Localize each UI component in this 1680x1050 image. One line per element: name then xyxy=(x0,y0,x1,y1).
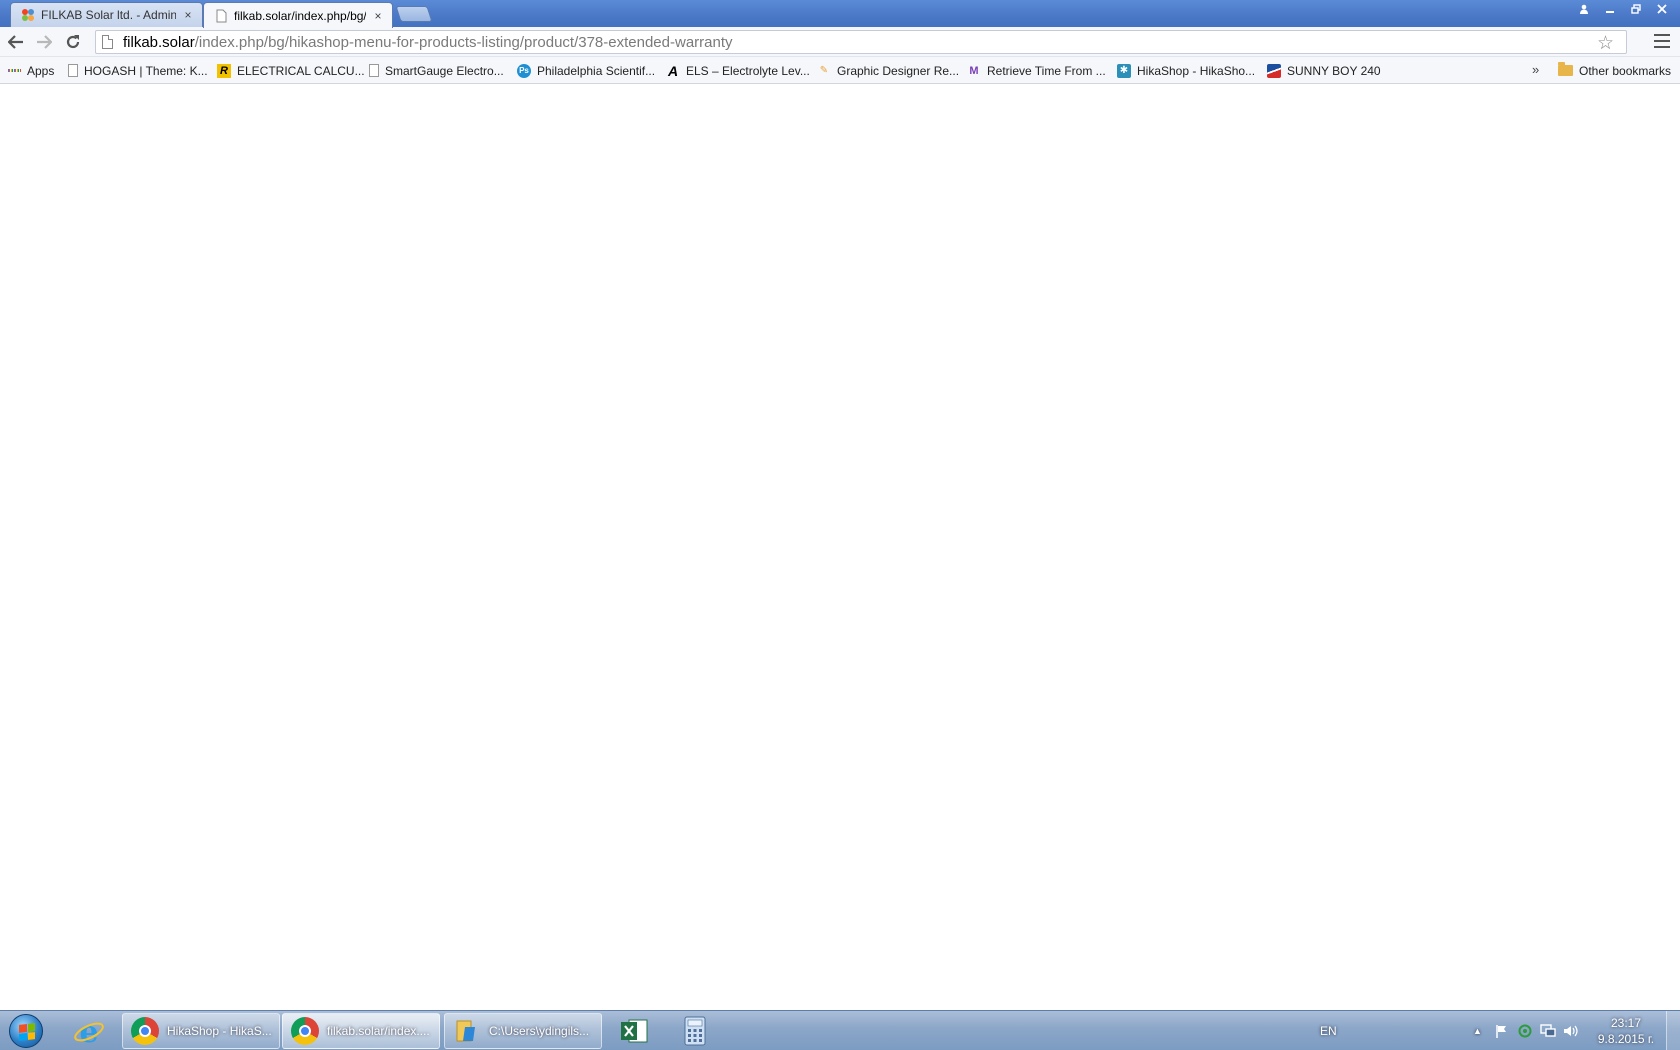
bookmark-star-icon[interactable]: ☆ xyxy=(1597,32,1614,55)
bookmark-sunny-boy[interactable]: SUNNY BOY 240 xyxy=(1267,61,1381,80)
action-center-flag-icon[interactable] xyxy=(1495,1011,1515,1050)
sma-logo-icon xyxy=(1267,63,1281,78)
bookmark-els[interactable]: A ELS – Electrolyte Lev... xyxy=(666,61,810,80)
chrome-icon xyxy=(291,1017,319,1045)
excel-button[interactable] xyxy=(607,1013,661,1049)
start-button[interactable] xyxy=(4,1013,48,1049)
new-tab-button[interactable] xyxy=(395,6,433,22)
bookmark-smartgauge[interactable]: SmartGauge Electro... xyxy=(369,61,504,80)
hikashop-icon: ✱ xyxy=(1117,63,1131,78)
a-logo-icon: A xyxy=(667,62,679,79)
bookmark-hogash[interactable]: HOGASH | Theme: K... xyxy=(68,61,208,80)
calculator-button[interactable] xyxy=(668,1013,722,1049)
excel-icon xyxy=(621,1019,648,1043)
taskbar-task-hikashop[interactable]: HikaShop - HikaS... xyxy=(122,1013,280,1049)
ps-logo-icon: Ps xyxy=(517,63,531,78)
window-controls xyxy=(1570,0,1674,18)
folder-icon xyxy=(1558,62,1573,76)
show-hidden-icons-button[interactable]: ▲ xyxy=(1473,1011,1493,1050)
forward-button[interactable] xyxy=(33,31,55,53)
close-icon[interactable]: × xyxy=(372,9,384,23)
bookmark-label: HikaShop - HikaSho... xyxy=(1137,63,1256,78)
tab-title: filkab.solar/index.php/bg/ xyxy=(234,8,366,23)
bookmark-electrical-calc[interactable]: R ELECTRICAL CALCU... xyxy=(217,61,365,80)
browser-toolbar: filkab.solar/index.php/bg/hikashop-menu-… xyxy=(0,27,1680,57)
bookmark-apps[interactable]: Apps xyxy=(7,61,54,80)
page-icon xyxy=(369,64,379,77)
designer-icon: ✎ xyxy=(819,65,829,76)
reload-icon xyxy=(66,35,80,49)
task-label: C:\Users\ydingils... xyxy=(489,1024,590,1038)
bookmark-graphic-designer[interactable]: ✎ Graphic Designer Re... xyxy=(817,61,959,80)
clock-date: 9.8.2015 г. xyxy=(1597,1032,1655,1046)
close-window-icon[interactable] xyxy=(1650,0,1674,17)
page-content xyxy=(0,85,1680,1010)
close-icon[interactable]: × xyxy=(182,8,194,22)
url-host: filkab.solar xyxy=(123,33,195,51)
url-path: /index.php/bg/hikashop-menu-for-products… xyxy=(194,33,733,51)
task-label: HikaShop - HikaS... xyxy=(167,1024,272,1038)
bookmark-label: ELS – Electrolyte Lev... xyxy=(686,63,810,78)
tab-filkab-admin[interactable]: FILKAB Solar ltd. - Admini × xyxy=(10,2,203,27)
bookmarks-overflow-button[interactable]: » xyxy=(1532,62,1539,77)
reload-button[interactable] xyxy=(62,31,84,53)
system-tray: EN ▲ 23:17 9.8.2015 г. xyxy=(1320,1011,1680,1050)
bookmark-philadelphia[interactable]: Ps Philadelphia Scientif... xyxy=(517,61,655,80)
arrow-right-icon xyxy=(37,35,52,49)
bookmarks-bar: Apps HOGASH | Theme: K... R ELECTRICAL C… xyxy=(0,57,1680,84)
apps-grid-icon xyxy=(7,64,21,78)
bookmark-label: HOGASH | Theme: K... xyxy=(84,63,208,78)
bookmark-retrieve-time[interactable]: M Retrieve Time From ... xyxy=(967,61,1106,80)
page-icon xyxy=(102,35,113,49)
minimize-icon[interactable] xyxy=(1598,0,1622,17)
back-button[interactable] xyxy=(5,31,27,53)
joomla-icon xyxy=(21,8,35,22)
calculator-icon xyxy=(684,1016,706,1046)
r-logo-icon: R xyxy=(217,63,231,78)
folder-icon xyxy=(456,1020,475,1042)
chrome-icon xyxy=(131,1017,159,1045)
bookmark-label: SUNNY BOY 240 xyxy=(1287,63,1381,78)
tab-title: FILKAB Solar ltd. - Admini xyxy=(41,8,176,22)
clock-time: 23:17 xyxy=(1610,1016,1642,1030)
user-profile-icon[interactable] xyxy=(1572,0,1596,17)
bookmark-label: SmartGauge Electro... xyxy=(385,63,504,78)
volume-icon[interactable] xyxy=(1563,1011,1583,1050)
bookmark-label: Apps xyxy=(27,63,55,78)
arrow-left-icon xyxy=(8,35,23,49)
taskbar: e HikaShop - HikaS... filkab.solar/index… xyxy=(0,1010,1680,1050)
show-desktop-button[interactable] xyxy=(1666,1011,1680,1050)
bookmark-label: Philadelphia Scientif... xyxy=(537,63,656,78)
browser-titlebar: FILKAB Solar ltd. - Admini × filkab.sola… xyxy=(0,0,1680,28)
chrome-menu-icon[interactable] xyxy=(1654,34,1670,48)
page-icon xyxy=(68,64,78,77)
windows-logo-icon xyxy=(9,1014,43,1048)
taskbar-task-filkab[interactable]: filkab.solar/index.... xyxy=(282,1013,440,1049)
svg-text:e: e xyxy=(79,1015,98,1047)
internet-explorer-button[interactable]: e xyxy=(62,1013,116,1049)
network-icon[interactable] xyxy=(1540,1011,1560,1050)
bookmark-label: Graphic Designer Re... xyxy=(837,63,960,78)
task-label: filkab.solar/index.... xyxy=(327,1024,430,1038)
clock[interactable]: 23:17 9.8.2015 г. xyxy=(1588,1011,1664,1050)
tab-filkab-product[interactable]: filkab.solar/index.php/bg/ × xyxy=(203,2,393,28)
restore-icon[interactable] xyxy=(1624,0,1648,17)
internet-explorer-icon: e xyxy=(74,1015,104,1047)
sync-status-icon[interactable] xyxy=(1518,1011,1538,1050)
m-logo-icon: M xyxy=(969,64,979,77)
language-indicator[interactable]: EN xyxy=(1320,1011,1360,1050)
address-bar[interactable]: filkab.solar/index.php/bg/hikashop-menu-… xyxy=(95,30,1627,54)
bookmark-hikashop[interactable]: ✱ HikaShop - HikaSho... xyxy=(1117,61,1255,80)
bookmark-label: ELECTRICAL CALCU... xyxy=(237,63,365,78)
page-icon xyxy=(214,9,228,23)
bookmark-label: Retrieve Time From ... xyxy=(987,63,1106,78)
bookmark-other[interactable]: Other bookmarks xyxy=(1558,61,1671,80)
taskbar-task-explorer[interactable]: C:\Users\ydingils... xyxy=(444,1013,602,1049)
bookmark-label: Other bookmarks xyxy=(1579,63,1672,78)
